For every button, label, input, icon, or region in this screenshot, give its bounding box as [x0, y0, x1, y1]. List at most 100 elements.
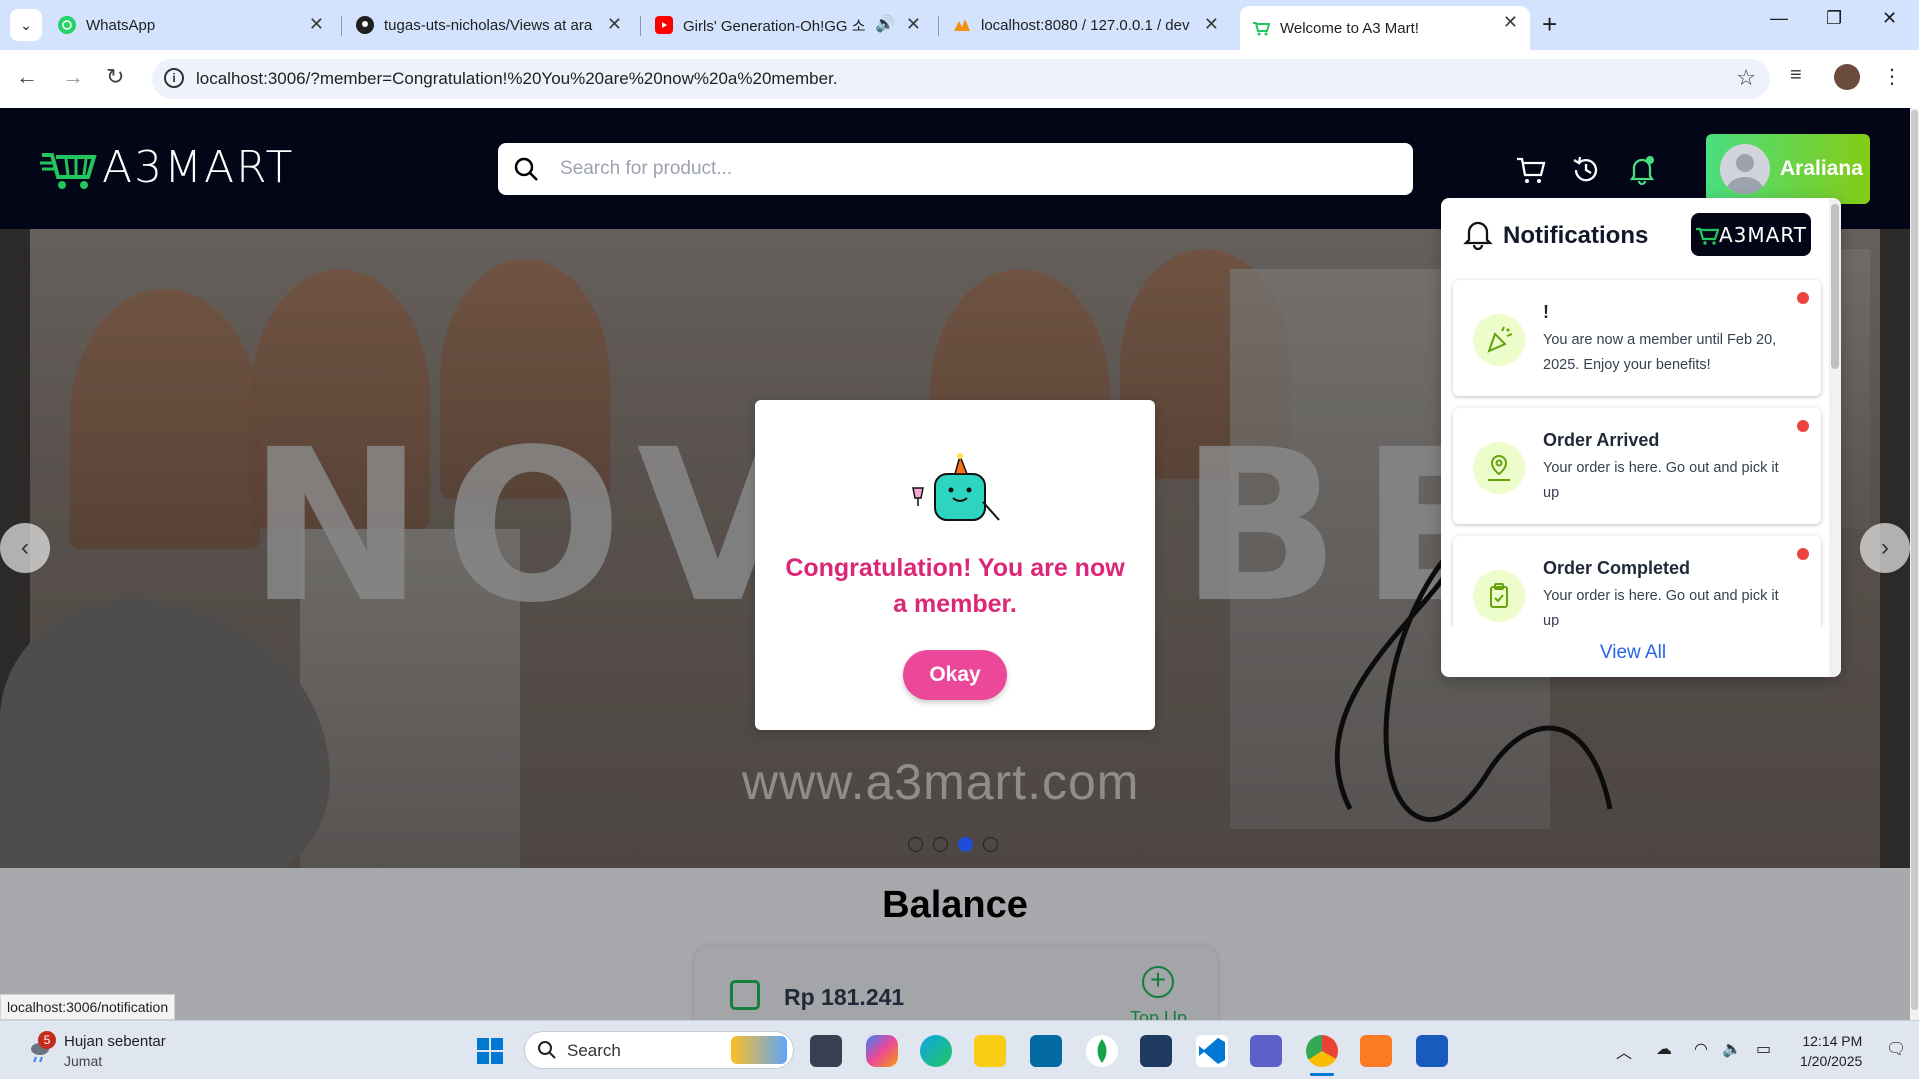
tab-search-button[interactable]: ⌄: [10, 9, 42, 41]
github-icon: [356, 16, 374, 34]
page-scrollbar-thumb[interactable]: [1911, 110, 1918, 1010]
task-view-icon[interactable]: [810, 1035, 842, 1067]
close-window-icon[interactable]: ✕: [1882, 8, 1897, 29]
tab-label: Welcome to A3 Mart!: [1280, 19, 1419, 37]
carousel-dot[interactable]: [933, 837, 948, 852]
notification-item[interactable]: Order Completed Your order is here. Go o…: [1453, 536, 1821, 627]
cart-logo-icon: [40, 145, 100, 191]
tab-label: WhatsApp: [86, 16, 156, 34]
product-search-bar[interactable]: [498, 143, 1413, 195]
restore-icon[interactable]: ❐: [1826, 8, 1842, 29]
unread-indicator: [1797, 420, 1809, 432]
bookmark-star-icon[interactable]: ☆: [1736, 65, 1756, 91]
carousel-next-button[interactable]: ›: [1860, 523, 1910, 573]
page-scrollbar[interactable]: [1910, 108, 1919, 1020]
reload-icon[interactable]: ↻: [106, 64, 124, 90]
wallet-icon: [730, 980, 760, 1010]
cart-icon[interactable]: [1515, 154, 1547, 186]
site-info-icon[interactable]: i: [164, 68, 184, 88]
tab-label: tugas-uts-nicholas/Views at ara: [384, 16, 593, 34]
search-icon: [538, 1041, 556, 1059]
history-icon[interactable]: [1570, 154, 1602, 186]
notification-list[interactable]: ! You are now a member until Feb 20, 202…: [1441, 272, 1825, 627]
a3mart-favicon: [1252, 19, 1270, 37]
chevron-up-icon[interactable]: ︿: [1616, 1039, 1632, 1063]
mysql-workbench-icon[interactable]: [1140, 1035, 1172, 1067]
chevron-left-icon: ‹: [21, 534, 29, 561]
speaker-icon[interactable]: 🔊: [875, 14, 895, 34]
browser-tab-a3mart[interactable]: Welcome to A3 Mart! ✕: [1240, 6, 1530, 50]
chevron-down-icon: ⌄: [20, 16, 32, 33]
notification-message: Your order is here. Go out and pick it u…: [1543, 460, 1779, 501]
balance-section: Balance Rp 181.241 + Top Up: [0, 868, 1910, 1036]
balance-amount: Rp 181.241: [784, 984, 905, 1010]
edge-browser-icon[interactable]: [920, 1035, 952, 1067]
browser-tab-phpmyadmin[interactable]: localhost:8080 / 127.0.0.1 / dev ✕: [941, 8, 1231, 42]
battery-icon[interactable]: ▭: [1756, 1039, 1771, 1059]
word-icon[interactable]: [1416, 1035, 1448, 1067]
site-logo[interactable]: A3MART: [40, 142, 294, 193]
close-tab-icon[interactable]: ✕: [607, 14, 622, 35]
notification-center-icon[interactable]: 🗨: [1886, 1039, 1906, 1059]
notifications-header: Notifications A3MART: [1441, 198, 1841, 270]
chevron-right-icon: ›: [1881, 534, 1889, 561]
tab-label: Girls' Generation-Oh!GG 소: [683, 17, 866, 35]
weather-day: Jumat: [64, 1053, 103, 1069]
menu-dots-icon[interactable]: ⋮: [1882, 64, 1902, 89]
user-profile-button[interactable]: Araliana: [1706, 134, 1870, 204]
notification-bell-icon[interactable]: [1626, 154, 1658, 186]
wifi-icon[interactable]: ◠: [1694, 1039, 1708, 1059]
phpmyadmin-icon: [953, 16, 971, 34]
taskbar-clock[interactable]: 12:14 PM 1/20/2025: [1800, 1031, 1862, 1071]
url-text[interactable]: localhost:3006/?member=Congratulation!%2…: [196, 69, 838, 89]
carousel-dot[interactable]: [908, 837, 923, 852]
copilot-icon[interactable]: [866, 1035, 898, 1067]
back-arrow-icon[interactable]: ←: [16, 64, 38, 90]
notification-message: Your order is here. Go out and pick it u…: [1543, 588, 1779, 627]
view-all-link[interactable]: View All: [1441, 628, 1825, 677]
browser-tab-github[interactable]: tugas-uts-nicholas/Views at ara ✕: [344, 8, 634, 42]
carousel-dot-active[interactable]: [958, 837, 973, 852]
notification-item[interactable]: ! You are now a member until Feb 20, 202…: [1453, 280, 1821, 396]
cart-logo-icon: [1695, 227, 1719, 245]
windows-start-icon[interactable]: [474, 1035, 506, 1067]
close-tab-icon[interactable]: ✕: [309, 14, 324, 35]
close-tab-icon[interactable]: ✕: [1503, 12, 1518, 33]
search-input[interactable]: [560, 151, 1390, 187]
logo-text: A3MART: [102, 142, 295, 193]
minimize-icon[interactable]: —: [1770, 8, 1788, 29]
address-bar[interactable]: i localhost:3006/?member=Congratulation!…: [152, 59, 1770, 99]
notification-scrollbar[interactable]: [1829, 198, 1841, 677]
notification-title: !: [1543, 302, 1549, 322]
close-tab-icon[interactable]: ✕: [906, 14, 921, 35]
outlook-icon[interactable]: [1030, 1035, 1062, 1067]
media-control-icon[interactable]: ≡: [1790, 64, 1802, 87]
browser-tab-strip: ⌄ WhatsApp ✕ tugas-uts-nicholas/Views at…: [0, 0, 1919, 50]
bell-icon: [1463, 221, 1493, 250]
new-tab-button[interactable]: +: [1542, 9, 1557, 40]
taskbar-search[interactable]: Search: [524, 1031, 794, 1069]
browser-profile-avatar[interactable]: [1834, 64, 1860, 90]
notification-scrollbar-thumb[interactable]: [1831, 204, 1839, 369]
carousel-prev-button[interactable]: ‹: [0, 523, 50, 573]
tab-separator: [341, 16, 342, 36]
topup-plus-icon[interactable]: +: [1142, 966, 1174, 998]
close-tab-icon[interactable]: ✕: [1204, 14, 1219, 35]
whatsapp-icon: [58, 16, 76, 34]
browser-tab-whatsapp[interactable]: WhatsApp ✕: [46, 8, 336, 42]
chrome-icon[interactable]: [1306, 1035, 1338, 1067]
xampp-icon[interactable]: [1360, 1035, 1392, 1067]
browser-tab-youtube[interactable]: Girls' Generation-Oh!GG 소 🔊 ✕: [643, 8, 933, 42]
forward-arrow-icon[interactable]: →: [62, 64, 84, 90]
clock-date: 1/20/2025: [1800, 1053, 1863, 1069]
carousel-indicators: [908, 837, 998, 852]
network-security-icon[interactable]: ☁: [1656, 1039, 1672, 1059]
vscode-icon[interactable]: [1196, 1035, 1228, 1067]
file-explorer-icon[interactable]: [974, 1035, 1006, 1067]
volume-icon[interactable]: 🔈: [1722, 1039, 1742, 1059]
carousel-dot[interactable]: [983, 837, 998, 852]
teams-icon[interactable]: [1250, 1035, 1282, 1067]
mongodb-icon[interactable]: [1086, 1035, 1118, 1067]
notification-item[interactable]: Order Arrived Your order is here. Go out…: [1453, 408, 1821, 524]
okay-button[interactable]: Okay: [903, 650, 1007, 700]
